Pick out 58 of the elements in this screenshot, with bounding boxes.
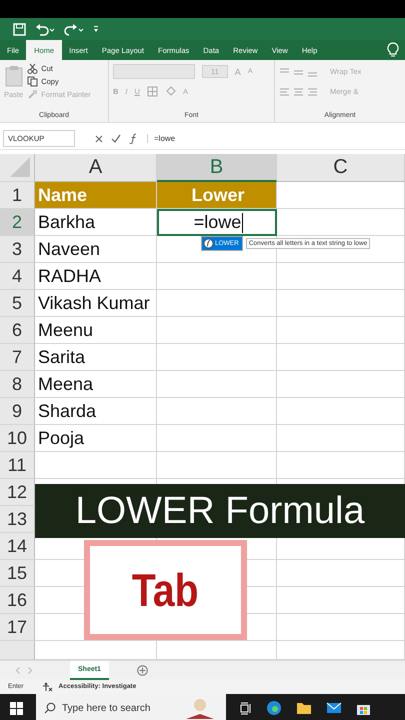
table-cell: =lowe [157, 209, 277, 236]
row-header[interactable]: 14 [0, 533, 35, 560]
column-header[interactable]: A [35, 154, 157, 182]
row-header[interactable]: 12 [0, 479, 35, 506]
table-cell: Sharda [35, 398, 157, 425]
table-cell: Naveen [35, 236, 157, 263]
row-header[interactable]: 5 [0, 290, 35, 317]
formula-field[interactable]: =lowe [147, 134, 405, 143]
accessibility-icon[interactable] [42, 682, 53, 692]
table-cell: Barkha [35, 209, 157, 236]
table-cell: Meenu [35, 317, 157, 344]
mail-icon[interactable] [326, 702, 342, 714]
font-name-field[interactable] [113, 64, 195, 79]
table-cell: Pooja [35, 425, 157, 452]
copy-icon[interactable] [27, 76, 38, 87]
title-banner: LOWER Formula [35, 484, 405, 538]
table-cell: Name [35, 182, 157, 209]
task-view-icon[interactable] [240, 702, 252, 714]
add-sheet-icon[interactable] [136, 664, 148, 676]
lightbulb-icon[interactable] [387, 42, 399, 58]
text-cursor [242, 212, 244, 232]
undo-icon[interactable] [35, 22, 55, 36]
row-header[interactable]: 1 [0, 182, 35, 209]
checkmark-icon[interactable] [111, 134, 121, 143]
save-icon[interactable] [13, 22, 26, 36]
folder-icon[interactable] [296, 701, 312, 715]
table-cell: RADHA [35, 263, 157, 290]
table-cell: Sarita [35, 344, 157, 371]
table-cell: Vikash Kumar [35, 290, 157, 317]
row-header[interactable]: 7 [0, 344, 35, 371]
row-header[interactable]: 4 [0, 263, 35, 290]
clipboard-icon[interactable] [4, 65, 23, 87]
cancel-icon[interactable] [95, 134, 103, 142]
row-header[interactable]: 15 [0, 560, 35, 587]
row-header[interactable]: 11 [0, 452, 35, 479]
row-header[interactable]: 2 [0, 209, 35, 236]
table-cell: Lower [157, 182, 277, 209]
search-field[interactable]: Type here to search [36, 694, 226, 720]
search-icon [44, 702, 56, 714]
row-header[interactable]: 13 [0, 506, 35, 533]
browser-icon[interactable] [266, 700, 282, 716]
row-header[interactable]: 16 [0, 587, 35, 614]
column-header[interactable]: C [277, 154, 405, 182]
scissors-icon[interactable] [27, 63, 38, 74]
function-icon[interactable] [129, 133, 139, 144]
row-header[interactable]: 8 [0, 371, 35, 398]
customize-icon[interactable] [93, 25, 99, 33]
row-header[interactable]: 3 [0, 236, 35, 263]
function-icon [203, 238, 214, 249]
row-header[interactable]: 17 [0, 614, 35, 641]
overlay-label: Tab [132, 563, 199, 617]
column-header[interactable]: B [157, 154, 277, 182]
windows-icon[interactable] [10, 702, 23, 714]
row-header[interactable]: 10 [0, 425, 35, 452]
redo-icon[interactable] [64, 22, 84, 36]
row-header[interactable]: 6 [0, 317, 35, 344]
row-header[interactable]: 9 [0, 398, 35, 425]
table-cell: Meena [35, 371, 157, 398]
